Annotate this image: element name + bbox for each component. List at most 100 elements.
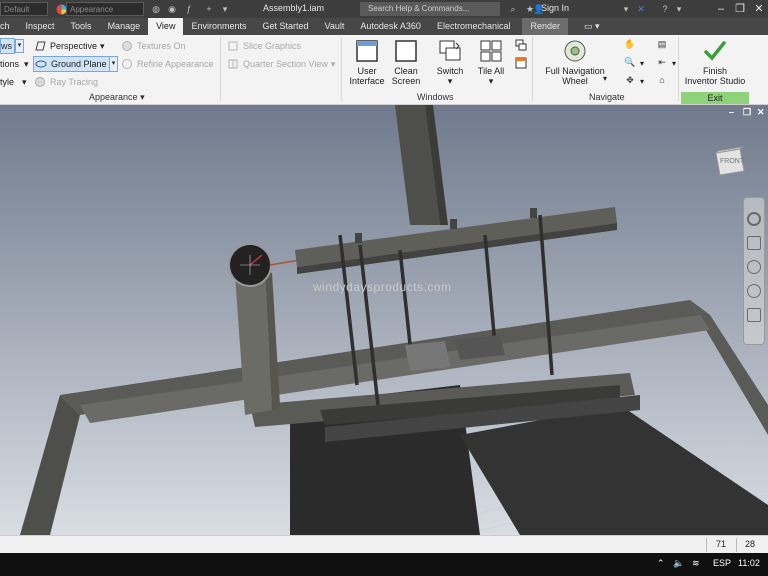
quarter-section-view-button[interactable]: Quarter Section View ▾: [226, 56, 335, 72]
look-at-icon[interactable]: [747, 308, 761, 322]
clean-screen-label-1: Clean: [394, 66, 418, 76]
clean-screen-icon: [394, 39, 418, 63]
previous-view-icon[interactable]: ⇤: [656, 56, 668, 68]
tab-environments[interactable]: Environments: [183, 18, 254, 35]
ribbon-display-toggle[interactable]: ▭ ▾: [580, 18, 604, 35]
finish-inventor-studio-button[interactable]: Finish Inventor Studio: [681, 39, 749, 86]
perspective-dropdown-icon: ▾: [100, 40, 105, 51]
view-face-icon[interactable]: ▤: [656, 38, 668, 50]
tab-electromechanical[interactable]: Electromechanical: [429, 18, 519, 35]
pan-icon[interactable]: ✋: [624, 38, 636, 50]
ground-plane-button[interactable]: Ground Plane: [33, 56, 112, 72]
restore-icon[interactable]: ❐: [731, 1, 749, 17]
tab-sketch[interactable]: ch: [0, 18, 18, 35]
finish-label-1: Finish: [702, 66, 727, 76]
zoom-icon[interactable]: 🔍: [624, 56, 636, 68]
previous-view-dropdown-icon[interactable]: ▾: [672, 59, 676, 68]
quarter-section-label: Quarter Section View: [243, 59, 328, 69]
perspective-label: Perspective: [50, 41, 98, 51]
clock-time[interactable]: 11:02: [738, 558, 760, 568]
tab-tools[interactable]: Tools: [63, 18, 100, 35]
nav-wheel-dropdown-icon[interactable]: ▾: [603, 74, 607, 83]
orbit-nav-icon[interactable]: [747, 284, 761, 298]
pan-nav-icon[interactable]: [747, 236, 761, 250]
textures-icon: [120, 39, 134, 53]
full-navigation-wheel-button[interactable]: Full Navigation Wheel: [540, 39, 610, 86]
appearance-panel-label[interactable]: Appearance ▾: [89, 92, 145, 103]
occurrence-count: 71: [716, 539, 727, 549]
customize-qat-icon[interactable]: ▾: [219, 3, 231, 15]
refine-appearance-icon: [120, 57, 134, 71]
material-dropdown[interactable]: Default: [0, 2, 48, 16]
home-view-icon[interactable]: ⌂: [656, 74, 668, 86]
appearance-dropdown[interactable]: Appearance: [66, 2, 144, 16]
close-icon[interactable]: ✕: [750, 1, 768, 17]
user-interface-icon: [355, 39, 379, 63]
tile-all-label: Tile All: [477, 66, 505, 76]
shadows-dropdown-icon: ▾: [24, 58, 29, 69]
textures-on-button[interactable]: Textures On: [120, 38, 186, 54]
visual-style-button[interactable]: ws: [0, 38, 15, 54]
show-hidden-icons-icon[interactable]: ⌃: [657, 558, 665, 569]
quarter-section-dropdown-icon: ▾: [330, 58, 336, 69]
style-button[interactable]: tyle ▾: [0, 74, 27, 90]
slice-graphics-icon: [226, 39, 240, 53]
help-dropdown-icon[interactable]: ▾: [673, 3, 685, 15]
sign-in-dropdown-icon[interactable]: ▾: [620, 3, 632, 15]
switch-window-button[interactable]: Switch ▾: [432, 39, 468, 86]
user-interface-button[interactable]: User Interface: [348, 39, 386, 86]
zoom-dropdown-icon[interactable]: ▾: [640, 59, 644, 68]
ray-tracing-button[interactable]: Ray Tracing: [33, 74, 98, 90]
tab-view[interactable]: View: [148, 18, 184, 35]
search-binoculars-icon[interactable]: ⌕: [507, 3, 519, 15]
orbit-dropdown-icon[interactable]: ▾: [640, 77, 644, 86]
tab-inspect[interactable]: Inspect: [18, 18, 63, 35]
tab-manage[interactable]: Manage: [100, 18, 149, 35]
add-icon[interactable]: +: [203, 3, 215, 15]
help-icon[interactable]: ?: [659, 3, 671, 15]
open-documents-count: 28: [745, 539, 756, 549]
navigation-bar[interactable]: [743, 197, 765, 345]
wifi-icon[interactable]: ≋: [692, 558, 700, 569]
function-icon[interactable]: ƒ: [183, 3, 195, 15]
shadows-options-button[interactable]: tions ▾: [0, 56, 29, 72]
clean-screen-label-2: Screen: [391, 76, 421, 86]
perspective-button[interactable]: Perspective ▾: [33, 38, 105, 54]
search-help-input[interactable]: Search Help & Commands...: [360, 2, 500, 16]
cascade-icon[interactable]: [515, 39, 527, 51]
new-window-icon[interactable]: [515, 57, 527, 69]
exit-panel-label: Exit: [681, 92, 749, 104]
orbit-icon[interactable]: ✥: [624, 74, 636, 86]
panel-separator: [678, 37, 679, 101]
zoom-nav-icon[interactable]: [747, 260, 761, 274]
graphics-viewport[interactable]: – ❐ ✕ windydaysproducts.com FRONT: [0, 105, 768, 535]
assembly-model[interactable]: [0, 105, 768, 535]
full-nav-wheel-label-2: Wheel: [562, 76, 588, 86]
ground-plane-label: Ground Plane: [51, 59, 107, 69]
tile-all-button[interactable]: Tile All ▾: [474, 39, 508, 86]
input-language[interactable]: ESP: [713, 558, 731, 568]
volume-icon[interactable]: 🔈: [673, 558, 684, 569]
visual-style-dropdown-icon[interactable]: ▾: [15, 39, 24, 53]
refine-appearance-button[interactable]: Refine Appearance: [120, 56, 214, 72]
sign-in-link[interactable]: Sign In: [541, 3, 569, 13]
tab-render[interactable]: Render: [522, 18, 569, 35]
minimize-icon[interactable]: –: [712, 1, 730, 17]
tab-vault[interactable]: Vault: [317, 18, 353, 35]
tab-get-started[interactable]: Get Started: [254, 18, 316, 35]
tab-autodesk-a360[interactable]: Autodesk A360: [352, 18, 429, 35]
exchange-icon[interactable]: ✕: [635, 3, 647, 15]
panel-separator: [341, 37, 342, 101]
slice-graphics-button[interactable]: Slice Graphics: [226, 38, 301, 54]
adjust-icon[interactable]: ◉: [166, 3, 178, 15]
navigate-panel-label: Navigate: [589, 92, 625, 102]
viewcube[interactable]: FRONT: [714, 145, 746, 179]
user-interface-label-2: Interface: [349, 76, 385, 86]
clean-screen-button[interactable]: Clean Screen: [390, 39, 422, 86]
finish-label-2: Inventor Studio: [684, 76, 746, 86]
style-label: tyle: [0, 77, 15, 87]
steering-wheel-icon[interactable]: [747, 212, 761, 226]
ground-plane-dropdown-icon[interactable]: ▾: [109, 56, 118, 72]
ribbon-view: ws ▾ tions ▾ tyle ▾ Perspective ▾ Ground…: [0, 35, 768, 105]
clear-appearance-icon[interactable]: ◍: [150, 3, 162, 15]
